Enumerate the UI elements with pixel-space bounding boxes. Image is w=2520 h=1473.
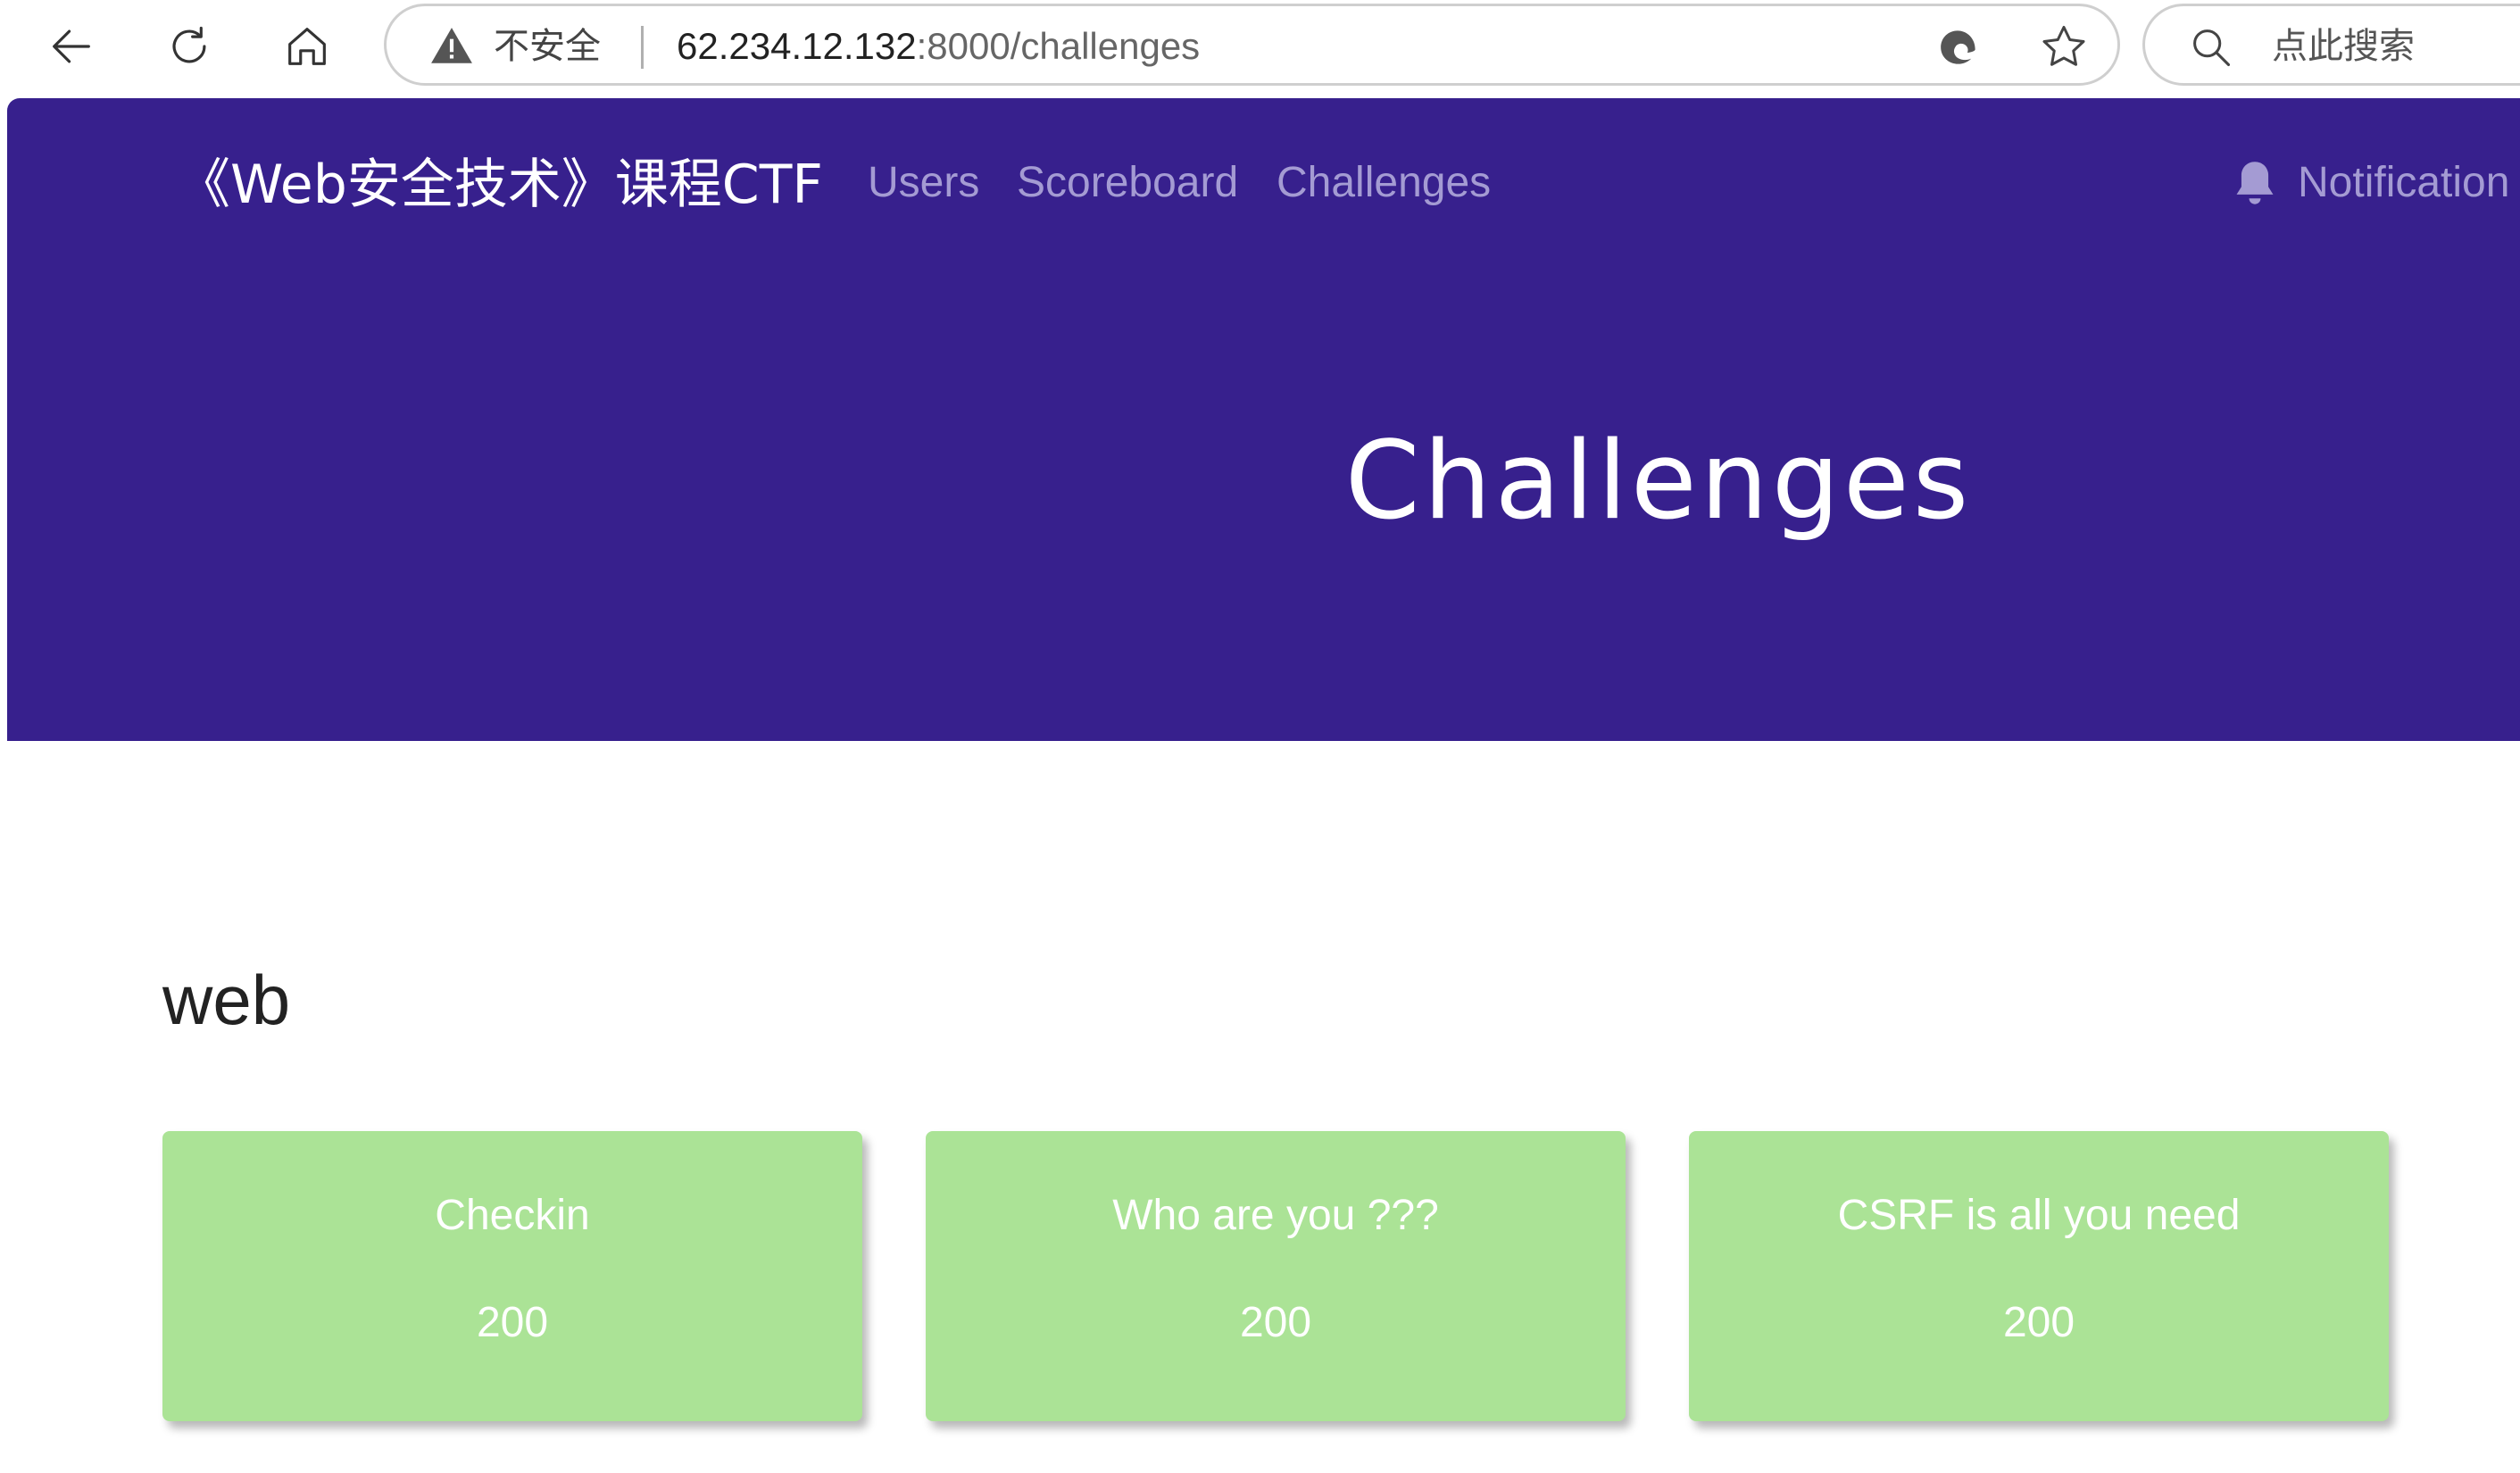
nav-link-users[interactable]: Users [868,143,979,223]
url-path: :8000/challenges [916,25,1201,67]
home-icon [288,28,326,65]
address-bar[interactable]: 不安全 62.234.12.132:8000/challenges [384,4,2120,86]
nav-link-scoreboard[interactable]: Scoreboard [1017,143,1238,223]
search-icon [2193,29,2231,67]
challenge-card[interactable]: CSRF is all you need 200 [1689,1131,2389,1421]
challenge-value: 200 [2002,1299,2075,1346]
search-placeholder: 点此搜索 [2272,26,2415,67]
challenge-card[interactable]: Who are you ??? 200 [926,1131,1626,1421]
back-arrow-icon [53,29,90,63]
category-title: web [162,961,291,1039]
challenge-value: 200 [1239,1299,1312,1346]
site-header: 《Web安全技术》课程CTF Users Scoreboard Challeng… [7,98,2520,741]
browser-search-box[interactable]: 点此搜索 [2142,4,2520,86]
notifications-label: Notification [2298,159,2510,206]
back-button[interactable] [39,14,104,79]
challenge-card[interactable]: Checkin 200 [162,1131,862,1421]
challenge-name: Checkin [435,1192,590,1239]
url-text[interactable]: 62.234.12.132:8000/challenges [677,22,1200,71]
challenge-name: Who are you ??? [1112,1192,1439,1239]
browser-toolbar: 不安全 62.234.12.132:8000/challenges 点此搜索 [0,0,2520,98]
nav-link-challenges[interactable]: Challenges [1277,143,1491,223]
notifications-link[interactable]: Notification [2232,143,2509,223]
edge-icon[interactable] [1934,22,1984,72]
security-status-label[interactable]: 不安全 [494,22,601,71]
warning-icon [431,28,472,63]
bell-icon [2236,162,2274,204]
url-host: 62.234.12.132 [677,25,917,67]
page-title: Challenges [1344,420,1973,544]
address-separator [641,26,644,69]
refresh-button[interactable] [157,14,221,79]
challenge-value: 200 [476,1299,549,1346]
challenge-name: CSRF is all you need [1837,1192,2241,1239]
brand-link[interactable]: 《Web安全技术》课程CTF [177,136,823,234]
refresh-icon [172,26,206,63]
home-button[interactable] [275,14,339,79]
star-icon[interactable] [2037,21,2091,74]
